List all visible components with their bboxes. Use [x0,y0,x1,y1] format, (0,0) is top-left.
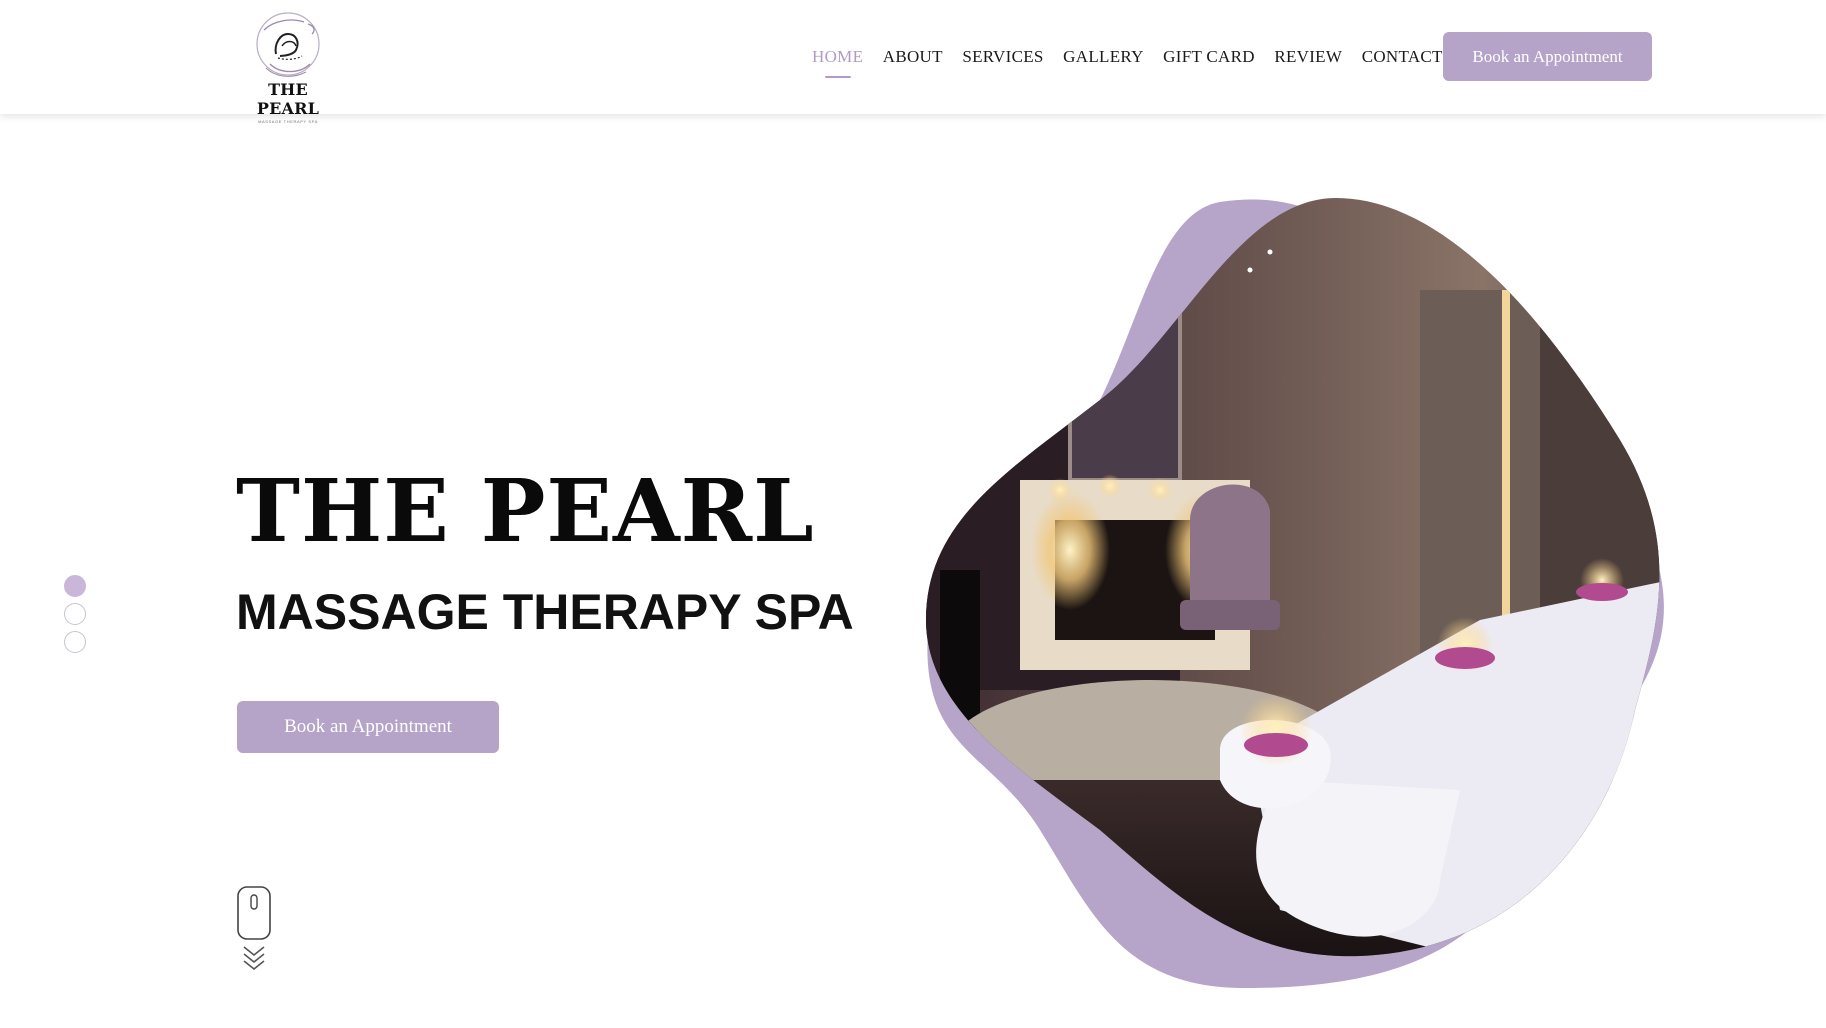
hero-title: THE PEARL [236,461,815,562]
nav-item-gift-card[interactable]: GIFT CARD [1163,47,1255,67]
header-book-appointment-button[interactable]: Book an Appointment [1443,32,1652,81]
nav-item-contact[interactable]: CONTACT [1362,47,1443,67]
hero-slider-dots [64,575,86,659]
nav-item-about[interactable]: ABOUT [883,47,943,67]
brand-tagline: MASSAGE THERAPY SPA [258,119,318,124]
main-nav: HOME ABOUT SERVICES GALLERY GIFT CARD RE… [812,46,1462,68]
brand-name: THE PEARL [256,80,320,118]
slider-dot-2[interactable] [64,603,86,625]
hero-book-appointment-button[interactable]: Book an Appointment [237,701,499,753]
hero-image [920,190,1670,1000]
nav-item-review[interactable]: REVIEW [1274,47,1342,67]
hands-massage-logo-icon [256,12,320,77]
hero-subtitle: MASSAGE THERAPY SPA [236,584,854,640]
chevron-down-icon [243,946,265,971]
nav-item-home[interactable]: HOME [812,47,863,67]
nav-item-gallery[interactable]: GALLERY [1063,47,1143,67]
site-header: THE PEARL MASSAGE THERAPY SPA HOME ABOUT… [0,0,1826,124]
brand-logo[interactable]: THE PEARL MASSAGE THERAPY SPA [236,10,340,124]
slider-dot-3[interactable] [64,631,86,653]
scroll-down-hint[interactable] [236,885,272,975]
slider-dot-1[interactable] [64,575,86,597]
mouse-scroll-icon [237,886,271,940]
nav-item-services[interactable]: SERVICES [962,47,1043,67]
